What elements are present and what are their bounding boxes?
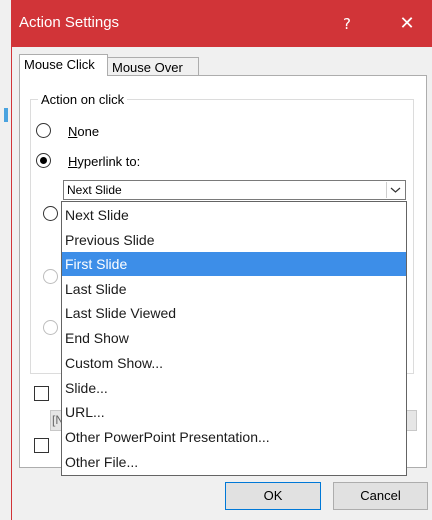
dropdown-option[interactable]: Slide...: [62, 376, 406, 400]
radio-hyperlink-label-rest: yperlink to:: [77, 154, 141, 169]
select-dropdown-button[interactable]: [386, 182, 404, 198]
background-accent-mark: [4, 108, 8, 122]
title-bar: Action Settings ? ✕: [12, 0, 432, 47]
radio-object-action[interactable]: [43, 320, 58, 335]
dropdown-option[interactable]: URL...: [62, 400, 406, 424]
dropdown-option[interactable]: Other File...: [62, 450, 406, 474]
dropdown-option[interactable]: Custom Show...: [62, 351, 406, 375]
hyperlink-select[interactable]: Next Slide: [63, 180, 406, 200]
close-button[interactable]: ✕: [392, 10, 422, 38]
action-settings-dialog: Action Settings ? ✕ Mouse Click Mouse Ov…: [11, 0, 432, 520]
dropdown-option[interactable]: Next Slide: [62, 203, 406, 227]
dropdown-option[interactable]: Last Slide: [62, 277, 406, 301]
dropdown-option[interactable]: End Show: [62, 326, 406, 350]
ok-button[interactable]: OK: [225, 482, 321, 510]
hyperlink-select-value: Next Slide: [67, 183, 122, 197]
dropdown-option[interactable]: Other PowerPoint Presentation...: [62, 425, 406, 449]
radio-run-program[interactable]: [43, 206, 58, 221]
dropdown-option[interactable]: Previous Slide: [62, 228, 406, 252]
window-title: Action Settings: [19, 14, 120, 31]
radio-hyperlink-label[interactable]: Hyperlink to:: [68, 154, 140, 169]
help-button[interactable]: ?: [332, 10, 362, 38]
radio-none-label-rest: one: [77, 124, 100, 139]
accelerator-key-h: H: [68, 154, 78, 169]
radio-none[interactable]: [36, 123, 51, 138]
tab-mouse-click[interactable]: Mouse Click: [19, 54, 108, 76]
accelerator-key-n: N: [68, 124, 78, 139]
radio-none-label[interactable]: None: [68, 124, 99, 139]
radio-hyperlink[interactable]: [36, 153, 51, 168]
dropdown-option-selected[interactable]: First Slide: [62, 252, 406, 276]
radio-selected-dot: [40, 157, 47, 164]
dropdown-option[interactable]: Last Slide Viewed: [62, 301, 406, 325]
group-legend: Action on click: [38, 92, 128, 107]
checkbox-play-sound[interactable]: [34, 386, 49, 401]
radio-run-macro[interactable]: [43, 269, 58, 284]
chevron-down-icon: [390, 187, 401, 193]
tab-mouse-over[interactable]: Mouse Over: [107, 57, 199, 77]
cancel-button[interactable]: Cancel: [333, 482, 428, 510]
hyperlink-dropdown-list[interactable]: Next Slide Previous Slide First Slide La…: [61, 201, 407, 476]
checkbox-highlight-click[interactable]: [34, 438, 49, 453]
